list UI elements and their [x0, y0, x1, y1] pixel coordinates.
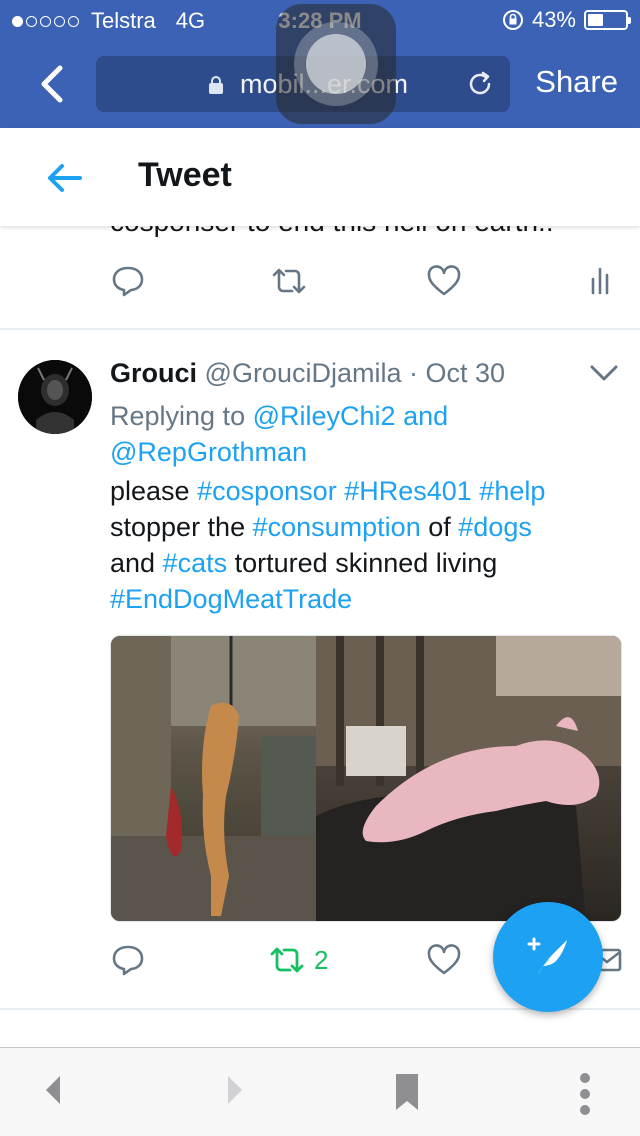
rotation-lock-icon: [502, 10, 523, 30]
chevron-down-icon[interactable]: [588, 362, 620, 384]
heart-icon: [427, 944, 461, 975]
heart-icon: [427, 265, 461, 296]
back-arrow-icon[interactable]: [40, 1072, 68, 1108]
reply-and[interactable]: and: [403, 401, 448, 431]
author-handle[interactable]: @GrouciDjamila: [205, 358, 402, 388]
chevron-left-icon[interactable]: [30, 60, 74, 108]
reply-button[interactable]: [110, 937, 146, 983]
hashtag-link[interactable]: #HRes401: [344, 476, 472, 506]
reply-icon: [112, 945, 144, 976]
body-text: and: [110, 548, 156, 578]
compose-tweet-button[interactable]: [493, 902, 603, 1012]
page-title: Tweet: [138, 156, 232, 194]
battery-icon: [584, 10, 631, 30]
forward-arrow-icon[interactable]: [220, 1072, 248, 1108]
reply-user-link[interactable]: @RepGrothman: [110, 437, 307, 467]
media-image-2[interactable]: [316, 636, 621, 921]
tweet-media[interactable]: [110, 635, 622, 922]
browser-toolbar: [0, 1047, 640, 1136]
retweet-icon: [272, 268, 306, 294]
more-vertical-icon[interactable]: [572, 1072, 598, 1116]
retweet-button[interactable]: [270, 258, 308, 304]
reply-user-link[interactable]: @RileyChi2: [253, 401, 396, 431]
status-right: 43%: [502, 7, 631, 33]
bookmark-icon[interactable]: [392, 1072, 422, 1112]
author-name[interactable]: Grouci: [110, 358, 197, 388]
retweet-icon: [270, 947, 304, 973]
avatar[interactable]: [18, 360, 92, 434]
arrow-left-icon[interactable]: [44, 158, 84, 198]
media-image-1[interactable]: [111, 636, 316, 921]
meta-separator: ·: [409, 358, 418, 388]
tweet-date[interactable]: Oct 30: [426, 358, 506, 388]
share-button[interactable]: Share: [535, 64, 618, 100]
retweet-count: 2: [314, 944, 329, 975]
avatar-image: [18, 360, 92, 434]
tweet-header: Tweet: [0, 128, 640, 226]
battery-percent: 43%: [531, 7, 576, 32]
lock-icon: [209, 76, 223, 94]
tweet-body: please #cosponsor #HRes401 #help stopper…: [110, 473, 620, 617]
like-button[interactable]: [426, 937, 462, 983]
like-button[interactable]: [426, 258, 462, 304]
tweet-divider: [0, 328, 640, 330]
photo-skinned-animal: [316, 636, 621, 921]
hashtag-link[interactable]: #cosponsor: [197, 476, 337, 506]
hashtag-link[interactable]: #help: [479, 476, 545, 506]
analytics-icon: [591, 267, 609, 295]
body-text: tortured skinned living: [234, 548, 498, 578]
hashtag-link[interactable]: #consumption: [253, 512, 421, 542]
body-text: stopper the: [110, 512, 246, 542]
retweet-button[interactable]: 2: [268, 937, 328, 983]
body-text: of: [428, 512, 451, 542]
reply-button[interactable]: [110, 258, 146, 304]
tweet-meta: Grouci @GrouciDjamila · Oct 30: [110, 358, 505, 389]
reply-icon: [112, 266, 144, 297]
hashtag-link[interactable]: #cats: [163, 548, 228, 578]
photo-dog-hanging: [111, 636, 316, 921]
hashtag-link[interactable]: #EndDogMeatTrade: [110, 584, 352, 614]
replying-prefix: Replying to: [110, 401, 246, 431]
hashtag-link[interactable]: #dogs: [458, 512, 532, 542]
assistive-touch-button[interactable]: [276, 4, 396, 124]
compose-tweet-icon: [527, 937, 567, 976]
browser-top-bar: Telstra 4G 3:28 PM 43% mobil...er.com: [0, 0, 640, 128]
replying-to: Replying to @RileyChi2 and @RepGrothman: [110, 398, 610, 470]
analytics-button[interactable]: [590, 258, 614, 304]
reload-icon[interactable]: [464, 68, 496, 100]
previous-tweet-actions: [0, 258, 640, 308]
body-text: please: [110, 476, 190, 506]
